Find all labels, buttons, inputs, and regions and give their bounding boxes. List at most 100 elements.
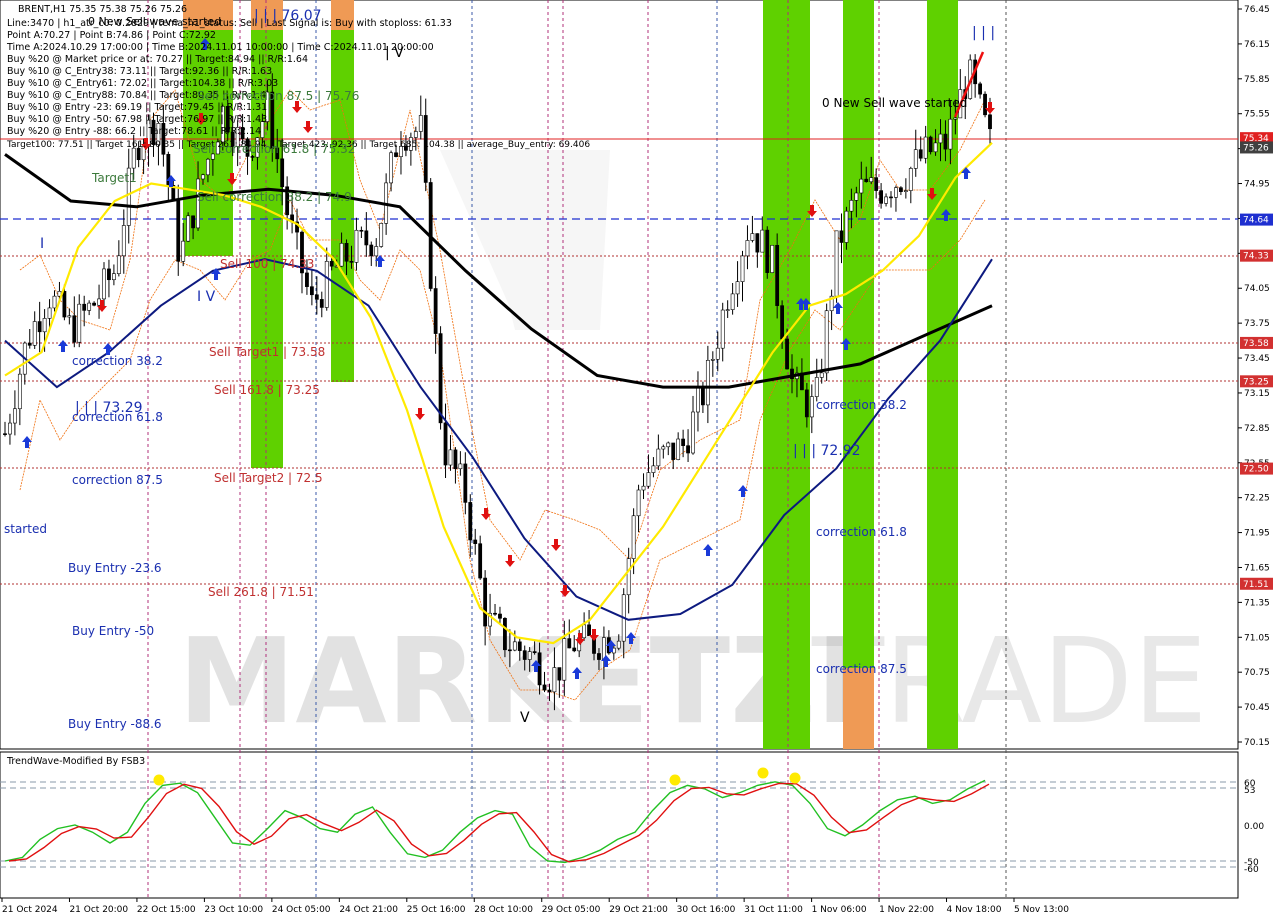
candle-body — [770, 244, 775, 273]
candle-body — [111, 273, 116, 281]
price-tick-label: 75.85 — [1244, 75, 1270, 85]
oscillator-dot — [757, 767, 769, 779]
candle-body — [379, 223, 384, 247]
candle-body — [661, 446, 666, 450]
indicator-title: TrendWave-Modified By FSB3 — [6, 756, 145, 767]
candle-body — [765, 229, 770, 273]
buy-entry-label: Buy Entry -50 — [72, 624, 154, 638]
candle-body — [359, 229, 364, 232]
candle-body — [631, 515, 636, 559]
price-tick-label: 70.45 — [1244, 703, 1270, 713]
candle-body — [928, 136, 933, 153]
price-tick-label: 71.65 — [1244, 563, 1270, 573]
candle-body — [309, 286, 314, 296]
candle-body — [740, 255, 745, 282]
candle-body — [696, 387, 700, 413]
correction-label: correction 38.2 — [816, 398, 907, 412]
candle-body — [517, 641, 522, 651]
candle-body — [849, 200, 854, 212]
candle-body — [908, 168, 913, 191]
price-tick-label: 76.15 — [1244, 40, 1270, 50]
wave-label: I V — [197, 289, 216, 305]
candle-body — [468, 502, 473, 541]
candle-body — [42, 318, 47, 333]
candle-body — [780, 305, 785, 340]
indicator-axis: 60 53 0.00 -50 -60 — [1244, 779, 1264, 875]
sell-label: Sell 100 | 74.33 — [220, 257, 314, 271]
candle-body — [701, 387, 705, 406]
candle-body — [3, 433, 7, 435]
candle-body — [532, 651, 537, 654]
candle-body — [181, 240, 186, 262]
correction-label: correction 87.5 — [72, 473, 163, 487]
new-sell-wave-label: 0 New Sell wave started — [822, 96, 967, 110]
candle-body — [933, 142, 938, 153]
candle-body — [755, 233, 760, 253]
candle-body — [839, 230, 844, 243]
candle-body — [735, 281, 740, 295]
candle-body — [705, 360, 710, 406]
candle-body — [869, 177, 874, 183]
candle-body — [899, 187, 903, 192]
candle-body — [681, 438, 686, 446]
time-tick-label: 30 Oct 16:00 — [677, 905, 736, 915]
info-line: Line:3470 | h1_atr_c0: 0.2829 | tema_h1_… — [7, 18, 452, 29]
candle-body — [557, 667, 562, 681]
candle-body — [715, 347, 720, 360]
candle-body — [12, 408, 17, 424]
info-line: Buy %10 @ Entry -50: 67.98 || Target:76.… — [7, 114, 267, 125]
candle-body — [319, 299, 324, 308]
price-tag-label: 72.50 — [1243, 465, 1269, 475]
indicator-tick: 53 — [1244, 786, 1255, 796]
orange-zone — [843, 668, 874, 749]
time-tick-label: 21 Oct 2024 — [2, 905, 58, 915]
candle-body — [676, 438, 681, 460]
candle-body — [760, 229, 765, 253]
time-tick-label: 4 Nov 18:00 — [947, 905, 1002, 915]
candle-body — [597, 653, 601, 660]
candle-body — [582, 624, 587, 639]
candle-body — [572, 647, 577, 652]
wave-label: I — [40, 236, 44, 252]
candle-body — [17, 373, 22, 410]
price-tag-label: 73.58 — [1243, 339, 1269, 349]
time-tick-label: 25 Oct 16:00 — [407, 905, 466, 915]
candle-body — [32, 321, 37, 346]
candle-body — [824, 310, 829, 374]
candle-body — [819, 372, 824, 378]
oscillator-dot — [789, 772, 801, 784]
price-tick-label: 71.95 — [1244, 529, 1270, 539]
buy-entry-label: Buy Entry -88.6 — [68, 717, 162, 731]
candle-body — [369, 244, 374, 257]
candle-body — [374, 246, 379, 257]
candle-body — [636, 489, 641, 517]
candle-body — [344, 243, 349, 262]
candle-body — [542, 684, 547, 691]
price-tick-label: 70.75 — [1244, 668, 1270, 678]
candle-body — [47, 307, 52, 319]
candle-body — [493, 612, 497, 615]
candle-body — [854, 192, 859, 201]
sell-label: Sell 161.8 | 73.25 — [214, 383, 320, 397]
candle-body — [710, 358, 715, 361]
candle-body — [443, 422, 448, 466]
candle-body — [280, 158, 285, 188]
price-tag-label: 74.33 — [1243, 252, 1269, 262]
candle-body — [923, 136, 928, 159]
wave-label: | | | 72.92 — [793, 443, 861, 459]
price-tick-label: 73.75 — [1244, 319, 1270, 329]
info-line: Buy %10 @ Entry -23: 69.19 || Target:79.… — [7, 102, 267, 113]
candle-body — [314, 294, 319, 300]
oscillator-dot — [153, 774, 165, 786]
candle-body — [413, 131, 418, 138]
sell-correction-label: Sell correction 61.8 | 75.32 — [193, 142, 355, 156]
candle-body — [389, 152, 393, 184]
status-label: started — [4, 522, 47, 536]
chart-window: MARKETZI TRADE BRENT,H1 75.35 75.38 75.2… — [0, 0, 1280, 920]
candle-body — [329, 261, 334, 267]
candle-body — [691, 411, 695, 454]
candle-body — [473, 539, 478, 544]
green-zone — [927, 0, 958, 749]
candle-body — [894, 187, 898, 198]
candle-body — [983, 93, 987, 116]
